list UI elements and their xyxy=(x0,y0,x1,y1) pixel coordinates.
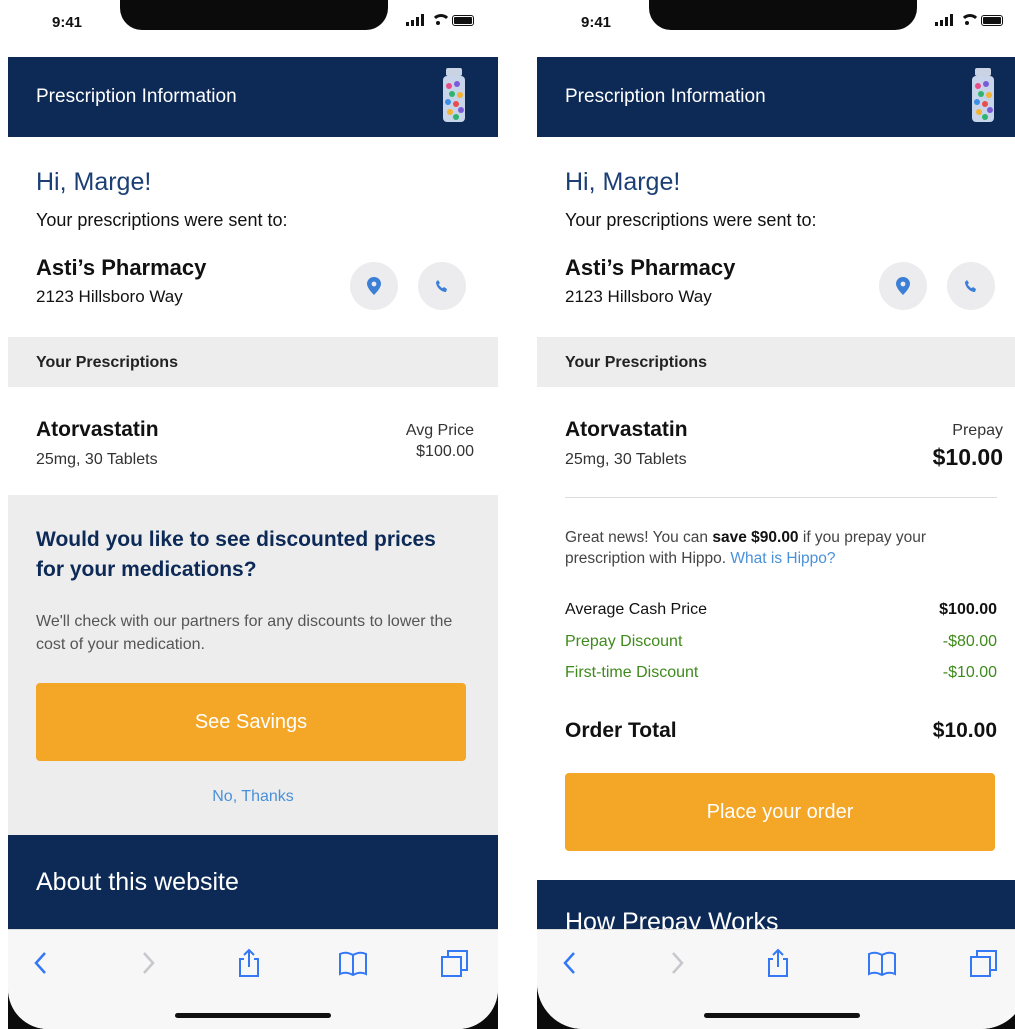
place-order-button[interactable]: Place your order xyxy=(565,773,995,851)
line-value: -$80.00 xyxy=(942,633,997,650)
cost-line-cash: Average Cash Price $100.00 xyxy=(565,601,997,619)
back-chevron-icon[interactable] xyxy=(555,948,585,978)
greeting: Hi, Marge! xyxy=(565,168,681,196)
share-icon[interactable] xyxy=(234,948,264,978)
forward-chevron-icon[interactable] xyxy=(662,948,692,978)
call-button[interactable] xyxy=(947,262,995,310)
line-label: Prepay Discount xyxy=(565,633,683,650)
share-icon[interactable] xyxy=(763,948,793,978)
status-time: 9:41 xyxy=(52,14,83,31)
header-title: Prescription Information xyxy=(36,86,237,107)
section-header: Your Prescriptions xyxy=(537,337,1015,387)
wifi-icon xyxy=(959,14,980,26)
discount-question: Would you like to see discounted prices … xyxy=(36,528,436,581)
section-title: Your Prescriptions xyxy=(36,354,178,371)
status-time: 9:41 xyxy=(581,14,612,31)
greeting: Hi, Marge! xyxy=(36,168,152,196)
sent-to-text: Your prescriptions were sent to: xyxy=(36,210,288,230)
savings-prefix: Great news! You can xyxy=(565,529,709,546)
no-thanks-link[interactable]: No, Thanks xyxy=(8,788,498,806)
phone-icon xyxy=(436,280,447,292)
notch xyxy=(649,0,917,30)
screen-left: 9:41 Prescription Information Hi, Marge!… xyxy=(8,0,498,1029)
bookmarks-icon[interactable] xyxy=(867,948,897,978)
see-savings-button[interactable]: See Savings xyxy=(36,683,466,761)
back-chevron-icon[interactable] xyxy=(26,948,56,978)
about-title: About this website xyxy=(36,868,239,896)
bookmarks-icon[interactable] xyxy=(338,948,368,978)
order-total-label: Order Total xyxy=(565,719,677,742)
app-header: Prescription Information xyxy=(8,57,498,137)
signal-icon xyxy=(935,14,953,26)
phone-right: 9:41 Prescription Information Hi, Marge!… xyxy=(537,0,1015,1029)
line-label: First-time Discount xyxy=(565,664,699,681)
status-bar: 9:41 xyxy=(537,0,1015,57)
prepay-label: Prepay xyxy=(952,422,1003,439)
header-title: Prescription Information xyxy=(565,86,766,107)
section-header: Your Prescriptions xyxy=(8,337,498,387)
directions-button[interactable] xyxy=(350,262,398,310)
wifi-icon xyxy=(430,14,451,26)
discount-prompt: Would you like to see discounted prices … xyxy=(8,495,498,835)
location-pin-icon xyxy=(367,277,381,295)
status-icons xyxy=(406,14,474,26)
pharmacy-address: 2123 Hillsboro Way xyxy=(36,287,183,306)
avg-price-label: Avg Price xyxy=(405,422,474,439)
how-prepay-title: How Prepay Works xyxy=(565,908,779,930)
order-total-value: $10.00 xyxy=(932,719,997,742)
what-is-hippo-link[interactable]: What is Hippo? xyxy=(730,550,835,567)
phone-left: 9:41 Prescription Information Hi, Marge!… xyxy=(8,0,498,1029)
tabs-icon[interactable] xyxy=(440,948,470,978)
drug-name: Atorvastatin xyxy=(565,418,688,441)
discount-description: We'll check with our partners for any di… xyxy=(36,613,453,653)
battery-icon xyxy=(452,14,474,26)
directions-button[interactable] xyxy=(879,262,927,310)
pharmacy-name: Asti’s Pharmacy xyxy=(565,255,736,280)
savings-message: Great news! You can save $90.00 if you p… xyxy=(565,527,1005,569)
browser-toolbar xyxy=(537,929,1015,1029)
pill-bottle-icon xyxy=(443,68,465,122)
about-section: About this website xyxy=(8,835,498,929)
avg-price-value: $100.00 xyxy=(416,443,474,460)
home-indicator xyxy=(175,1013,331,1018)
app-header: Prescription Information xyxy=(537,57,1015,137)
signal-icon xyxy=(406,14,424,26)
home-indicator xyxy=(704,1013,860,1018)
notch xyxy=(120,0,388,30)
prepay-price: $10.00 xyxy=(932,444,1003,470)
battery-icon xyxy=(981,14,1003,26)
forward-chevron-icon[interactable] xyxy=(133,948,163,978)
pharmacy-name: Asti’s Pharmacy xyxy=(36,255,207,280)
status-bar: 9:41 xyxy=(8,0,498,57)
cost-line-prepay-discount: Prepay Discount -$80.00 xyxy=(565,633,997,651)
status-icons xyxy=(935,14,1003,26)
tabs-icon[interactable] xyxy=(969,948,999,978)
drug-details: 25mg, 30 Tablets xyxy=(565,451,687,468)
browser-toolbar xyxy=(8,929,498,1029)
location-pin-icon xyxy=(896,277,910,295)
line-value: -$10.00 xyxy=(942,664,997,681)
cost-line-first-time-discount: First-time Discount -$10.00 xyxy=(565,664,997,682)
pharmacy-address: 2123 Hillsboro Way xyxy=(565,287,712,306)
drug-details: 25mg, 30 Tablets xyxy=(36,451,158,468)
pill-bottle-icon xyxy=(972,68,994,122)
sent-to-text: Your prescriptions were sent to: xyxy=(565,210,817,230)
section-title: Your Prescriptions xyxy=(565,354,707,371)
divider xyxy=(565,497,997,498)
savings-amount: save $90.00 xyxy=(712,529,799,546)
how-prepay-works-section: How Prepay Works xyxy=(537,880,1015,930)
line-label: Average Cash Price xyxy=(565,601,707,618)
drug-name: Atorvastatin xyxy=(36,418,159,441)
call-button[interactable] xyxy=(418,262,466,310)
line-value: $100.00 xyxy=(939,601,997,618)
screen-right: 9:41 Prescription Information Hi, Marge!… xyxy=(537,0,1015,1029)
order-total: Order Total $10.00 xyxy=(565,719,997,743)
phone-icon xyxy=(965,280,976,292)
